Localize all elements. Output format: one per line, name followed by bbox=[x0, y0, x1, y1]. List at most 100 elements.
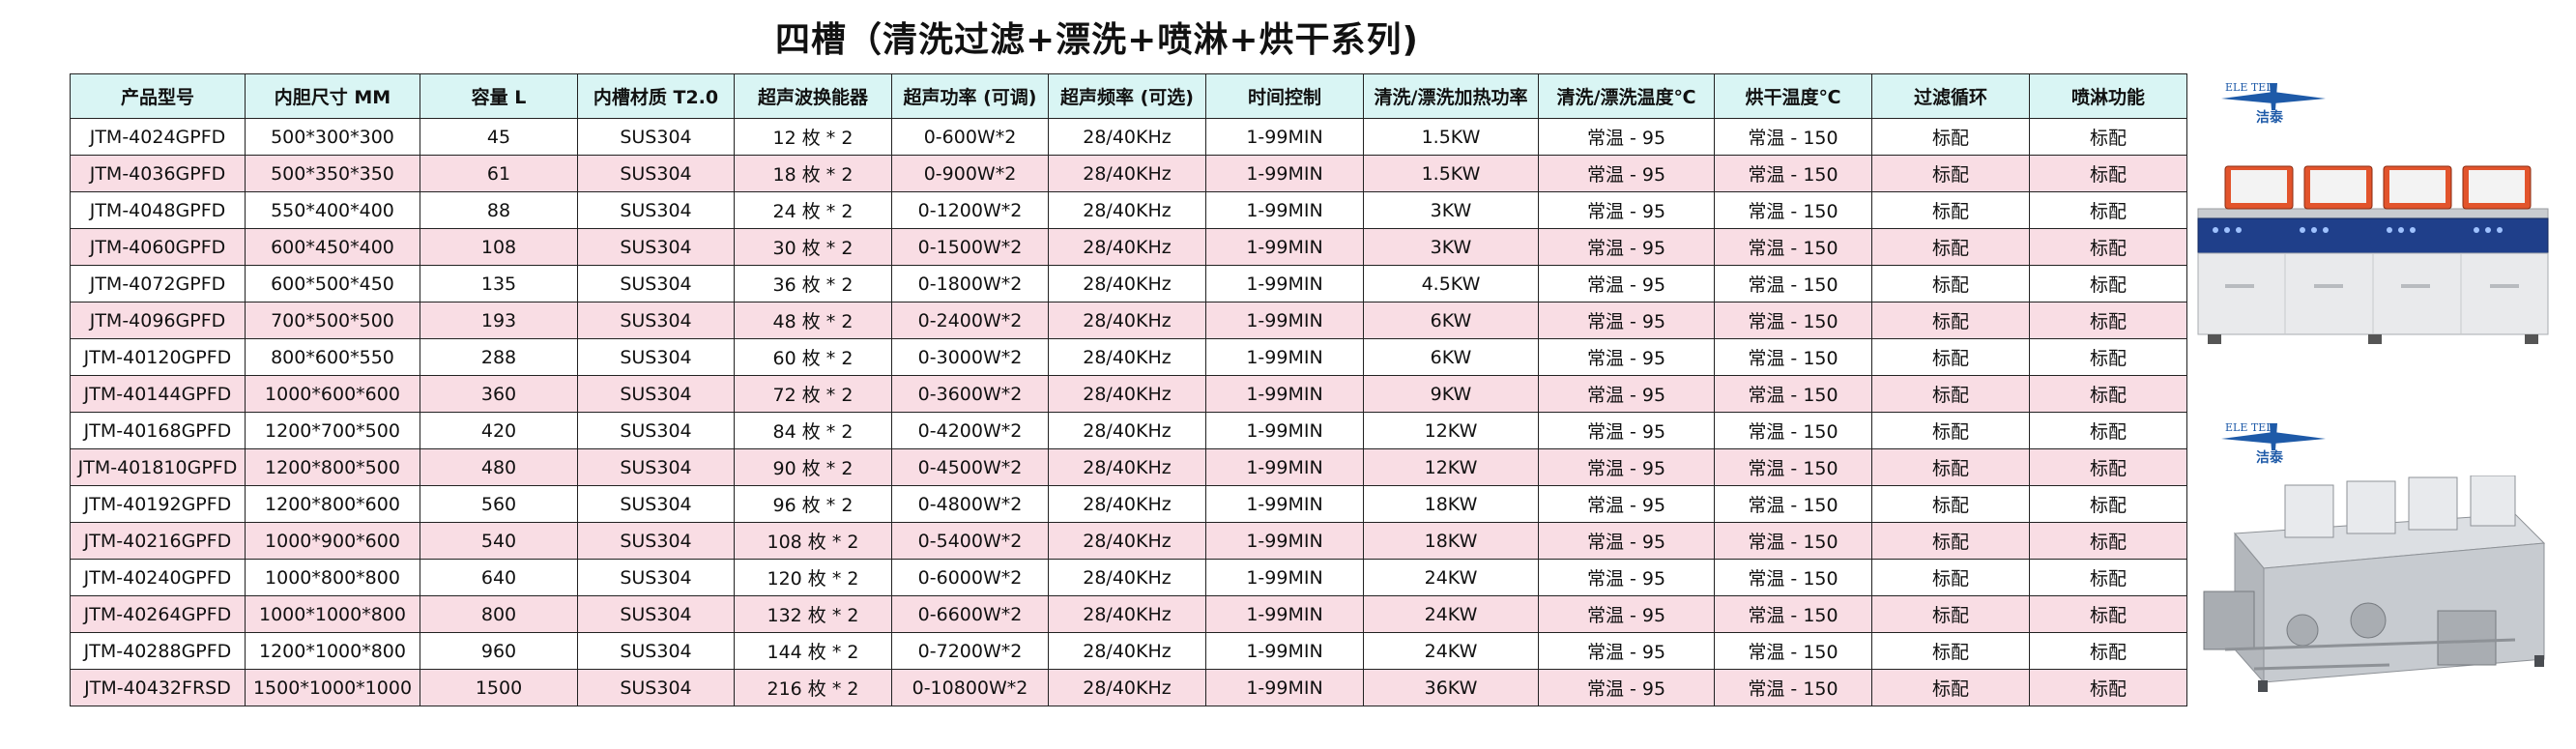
cell-capacity: 108 bbox=[420, 228, 578, 266]
table-row: JTM-4024GPFD 500*300*300 45 SUS304 12 枚 * 20… bbox=[70, 118, 2187, 156]
cell-transducer: 216 枚 * 2 bbox=[734, 669, 892, 706]
cell-wash-temperature: 常温 - 95 bbox=[1538, 265, 1715, 302]
cell-material: SUS304 bbox=[577, 338, 735, 376]
cell-material: SUS304 bbox=[577, 559, 735, 596]
cell-time-control: 1-99MIN bbox=[1205, 448, 1364, 486]
cell-model: JTM-4096GPFD bbox=[70, 302, 246, 339]
cell-spray-function: 标配 bbox=[2029, 412, 2187, 449]
cell-wash-temperature: 常温 - 95 bbox=[1538, 595, 1715, 633]
cell-filter-circulation: 标配 bbox=[1871, 118, 2030, 156]
cell-time-control: 1-99MIN bbox=[1205, 338, 1364, 376]
cell-material: SUS304 bbox=[577, 265, 735, 302]
cell-heating-power: 3KW bbox=[1363, 191, 1539, 229]
cell-spray-function: 标配 bbox=[2029, 595, 2187, 633]
cell-material: SUS304 bbox=[577, 155, 735, 192]
cell-dry-temperature: 常温 - 150 bbox=[1714, 191, 1872, 229]
cell-inner-size: 550*400*400 bbox=[245, 191, 420, 229]
cell-ultrasonic-power: 0-4500W*2 bbox=[891, 448, 1049, 486]
brand-logo-bottom: ELE TEL 洁泰 bbox=[2217, 418, 2330, 468]
cell-transducer: 132 枚 * 2 bbox=[734, 595, 892, 633]
cell-heating-power: 6KW bbox=[1363, 302, 1539, 339]
cell-capacity: 800 bbox=[420, 595, 578, 633]
cell-filter-circulation: 标配 bbox=[1871, 265, 2030, 302]
header-time-control: 时间控制 bbox=[1205, 73, 1364, 119]
cell-time-control: 1-99MIN bbox=[1205, 595, 1364, 633]
cell-transducer: 120 枚 * 2 bbox=[734, 559, 892, 596]
cell-ultrasonic-power: 0-5400W*2 bbox=[891, 522, 1049, 560]
table-row: JTM-40264GPFD 1000*1000*800 800 SUS304 132 枚… bbox=[70, 595, 2187, 633]
cell-inner-size: 1200*1000*800 bbox=[245, 632, 420, 670]
cell-inner-size: 1000*900*600 bbox=[245, 522, 420, 560]
cell-time-control: 1-99MIN bbox=[1205, 375, 1364, 413]
cell-wash-temperature: 常温 - 95 bbox=[1538, 118, 1715, 156]
cell-model: JTM-40144GPFD bbox=[70, 375, 246, 413]
header-model: 产品型号 bbox=[70, 73, 246, 119]
table-row: JTM-40432FRSD 1500*1000*1000 1500 SUS304 216… bbox=[70, 669, 2187, 706]
cell-spray-function: 标配 bbox=[2029, 448, 2187, 486]
cell-model: JTM-40216GPFD bbox=[70, 522, 246, 560]
cell-model: JTM-4060GPFD bbox=[70, 228, 246, 266]
cell-heating-power: 12KW bbox=[1363, 412, 1539, 449]
cell-wash-temperature: 常温 - 95 bbox=[1538, 669, 1715, 706]
cell-heating-power: 12KW bbox=[1363, 448, 1539, 486]
cell-model: JTM-4048GPFD bbox=[70, 191, 246, 229]
cell-transducer: 48 枚 * 2 bbox=[734, 302, 892, 339]
cell-wash-temperature: 常温 - 95 bbox=[1538, 191, 1715, 229]
cell-frequency: 28/40KHz bbox=[1048, 559, 1206, 596]
cell-inner-size: 1000*1000*800 bbox=[245, 595, 420, 633]
table-row: JTM-40240GPFD 1000*800*800 640 SUS304 120 枚 … bbox=[70, 559, 2187, 596]
cell-capacity: 360 bbox=[420, 375, 578, 413]
cell-material: SUS304 bbox=[577, 448, 735, 486]
cell-heating-power: 24KW bbox=[1363, 559, 1539, 596]
cell-ultrasonic-power: 0-4800W*2 bbox=[891, 485, 1049, 523]
cell-frequency: 28/40KHz bbox=[1048, 302, 1206, 339]
cell-inner-size: 500*350*350 bbox=[245, 155, 420, 192]
cell-model: JTM-40192GPFD bbox=[70, 485, 246, 523]
cell-wash-temperature: 常温 - 95 bbox=[1538, 302, 1715, 339]
header-wash-temperature: 清洗/漂洗温度℃ bbox=[1538, 73, 1715, 119]
cell-spray-function: 标配 bbox=[2029, 485, 2187, 523]
cell-material: SUS304 bbox=[577, 191, 735, 229]
table-row: JTM-4096GPFD 700*500*500 193 SUS304 48 枚 * 2… bbox=[70, 302, 2187, 339]
cell-frequency: 28/40KHz bbox=[1048, 118, 1206, 156]
header-frequency: 超声频率 (可选) bbox=[1048, 73, 1206, 119]
cell-frequency: 28/40KHz bbox=[1048, 522, 1206, 560]
cell-ultrasonic-power: 0-1800W*2 bbox=[891, 265, 1049, 302]
cell-capacity: 420 bbox=[420, 412, 578, 449]
logo-brand-text: 洁泰 bbox=[2256, 109, 2284, 126]
cell-spray-function: 标配 bbox=[2029, 191, 2187, 229]
cell-filter-circulation: 标配 bbox=[1871, 412, 2030, 449]
cell-inner-size: 1500*1000*1000 bbox=[245, 669, 420, 706]
cell-filter-circulation: 标配 bbox=[1871, 375, 2030, 413]
cell-frequency: 28/40KHz bbox=[1048, 632, 1206, 670]
cell-filter-circulation: 标配 bbox=[1871, 155, 2030, 192]
cell-dry-temperature: 常温 - 150 bbox=[1714, 669, 1872, 706]
header-heating-power: 清洗/漂洗加热功率 bbox=[1363, 73, 1539, 119]
cell-transducer: 84 枚 * 2 bbox=[734, 412, 892, 449]
cell-capacity: 960 bbox=[420, 632, 578, 670]
cell-time-control: 1-99MIN bbox=[1205, 669, 1364, 706]
cell-frequency: 28/40KHz bbox=[1048, 338, 1206, 376]
cell-dry-temperature: 常温 - 150 bbox=[1714, 375, 1872, 413]
product-photo-open-frame-machine bbox=[2196, 475, 2550, 700]
cell-time-control: 1-99MIN bbox=[1205, 191, 1364, 229]
cell-ultrasonic-power: 0-7200W*2 bbox=[891, 632, 1049, 670]
cell-heating-power: 18KW bbox=[1363, 485, 1539, 523]
table-row: JTM-40144GPFD 1000*600*600 360 SUS304 72 枚 *… bbox=[70, 375, 2187, 413]
cell-model: JTM-40288GPFD bbox=[70, 632, 246, 670]
table-row: JTM-401810GPFD 1200*800*500 480 SUS304 90 枚 … bbox=[70, 448, 2187, 486]
cell-dry-temperature: 常温 - 150 bbox=[1714, 155, 1872, 192]
cell-inner-size: 1000*600*600 bbox=[245, 375, 420, 413]
cell-dry-temperature: 常温 - 150 bbox=[1714, 412, 1872, 449]
cell-transducer: 18 枚 * 2 bbox=[734, 155, 892, 192]
cell-spray-function: 标配 bbox=[2029, 118, 2187, 156]
brand-logo-mark: ELE TEL 洁泰 bbox=[2221, 81, 2326, 126]
cell-frequency: 28/40KHz bbox=[1048, 228, 1206, 266]
cell-model: JTM-40432FRSD bbox=[70, 669, 246, 706]
cell-capacity: 480 bbox=[420, 448, 578, 486]
cell-wash-temperature: 常温 - 95 bbox=[1538, 485, 1715, 523]
cell-inner-size: 1200*800*600 bbox=[245, 485, 420, 523]
cell-filter-circulation: 标配 bbox=[1871, 448, 2030, 486]
cell-model: JTM-4024GPFD bbox=[70, 118, 246, 156]
cell-time-control: 1-99MIN bbox=[1205, 118, 1364, 156]
